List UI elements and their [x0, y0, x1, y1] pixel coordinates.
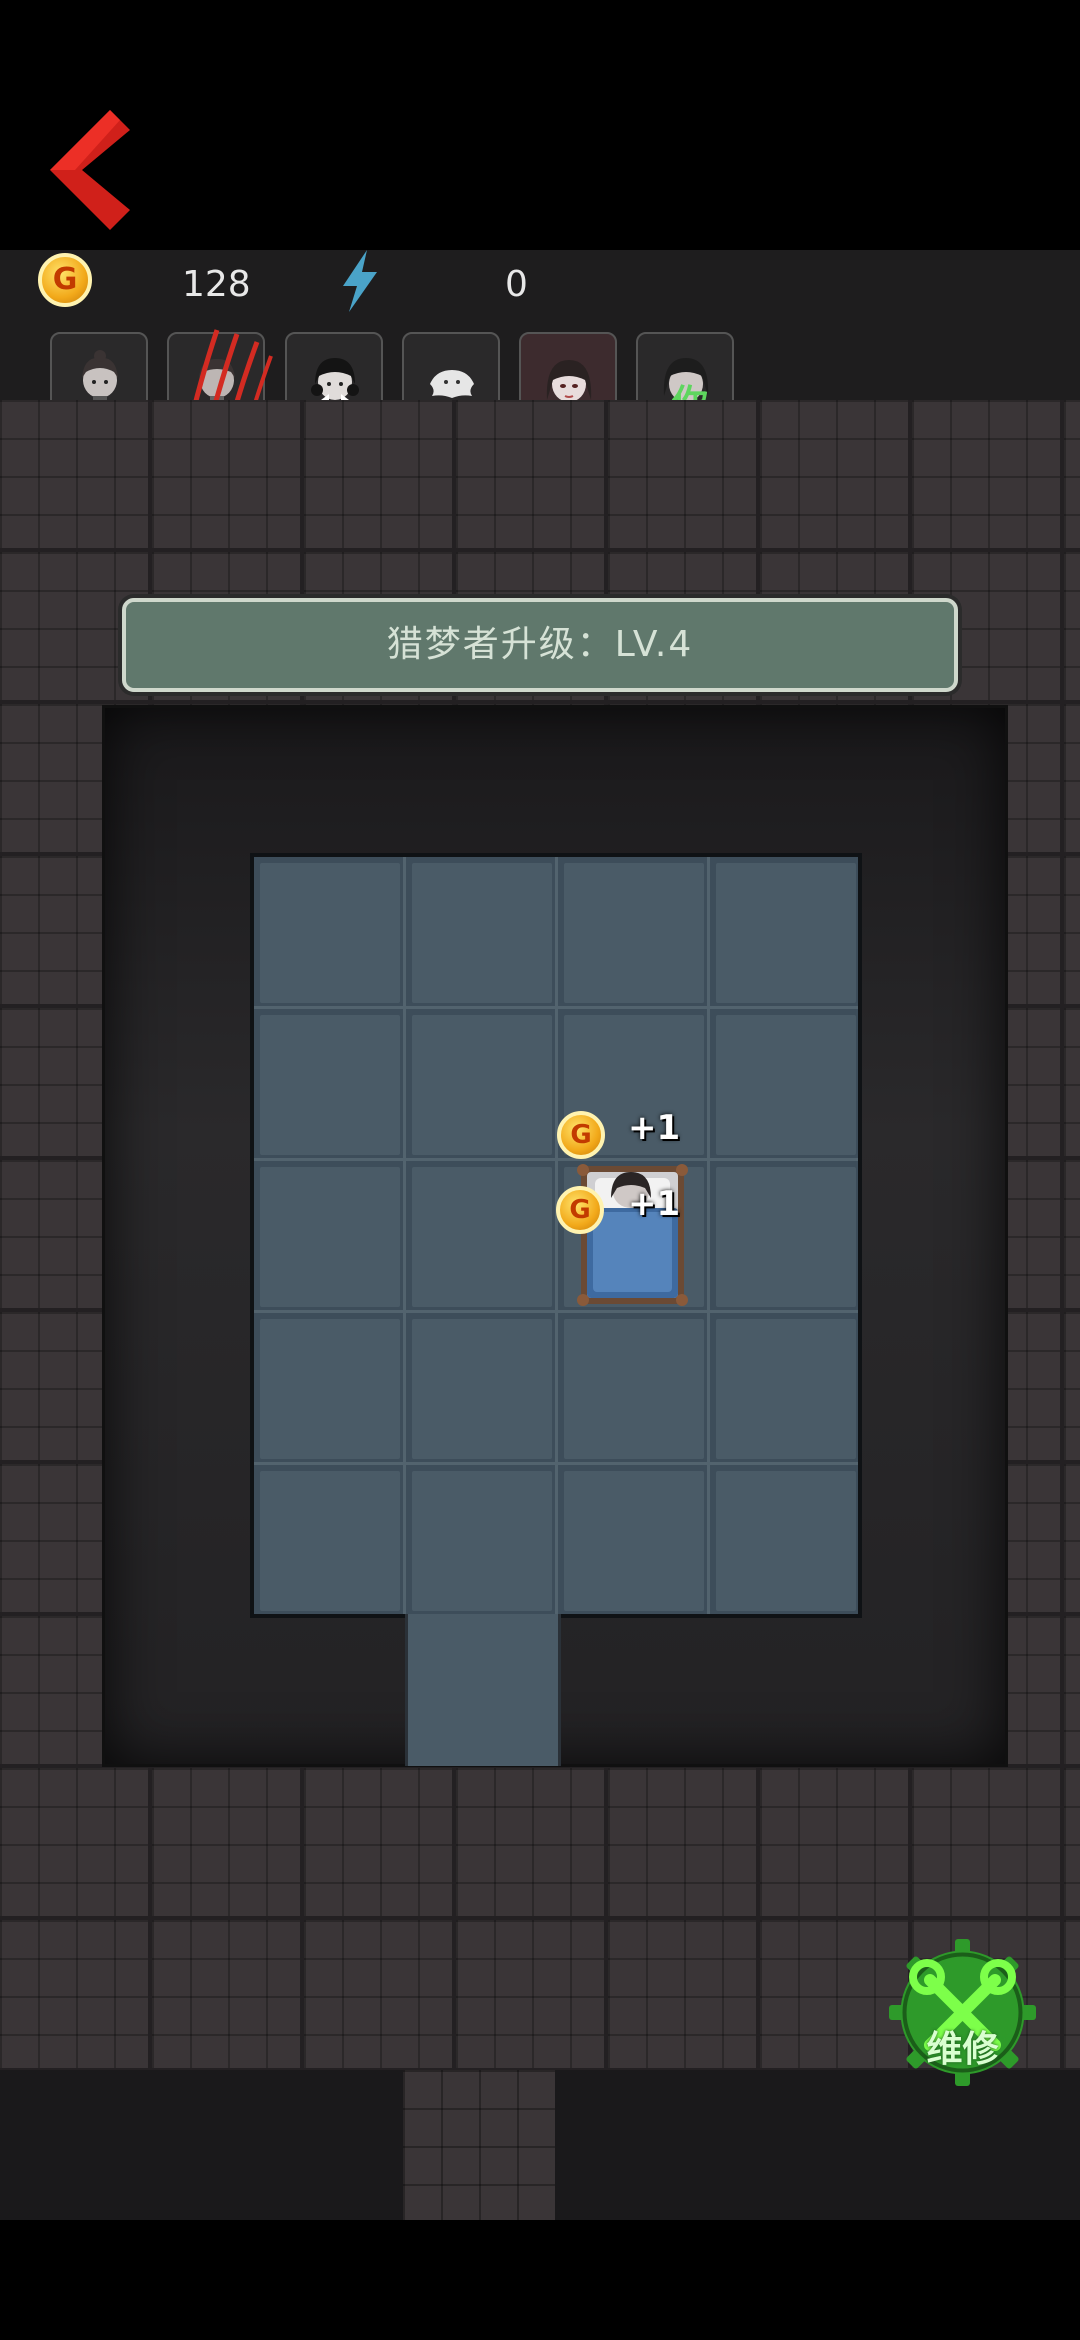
- floor-tile: [260, 1319, 400, 1459]
- upgrade-banner-text: 猎梦者升级：LV.4: [386, 624, 694, 665]
- repair-button[interactable]: 维修: [885, 1935, 1040, 2090]
- floor-tile: [564, 1319, 704, 1459]
- floor-tile: [260, 1015, 400, 1155]
- upgrade-banner[interactable]: 猎梦者升级：LV.4: [122, 598, 958, 692]
- floor-tile: [564, 1471, 704, 1611]
- coin-popup-text: +1: [628, 1108, 681, 1148]
- coin-popup-icon: G: [557, 1111, 605, 1159]
- floor-tile: [716, 1167, 856, 1307]
- floor-tile: [412, 1167, 552, 1307]
- floor-tile: [412, 1471, 552, 1611]
- room-doorway[interactable]: [405, 1614, 561, 1766]
- coin-popup-icon: G: [556, 1186, 604, 1234]
- floor-tile: [260, 863, 400, 1003]
- floor-tile: [716, 1015, 856, 1155]
- floor-tile: [260, 1167, 400, 1307]
- coin-popup-text: +1: [628, 1184, 681, 1224]
- corridor-tile[interactable]: [403, 2070, 555, 2220]
- floor-tile: [412, 1015, 552, 1155]
- energy-count: 0: [505, 264, 528, 305]
- bottom-bar: [0, 2220, 1080, 2340]
- floor-tile: [412, 863, 552, 1003]
- floor-tile: [564, 863, 704, 1003]
- floor-tile: [260, 1471, 400, 1611]
- coin-icon: G: [38, 253, 92, 307]
- bed-with-player-icon[interactable]: [575, 1160, 690, 1310]
- repair-label: 维修: [926, 2029, 999, 2070]
- game-screen: G 128 0 猎梦者升级：LV.4 G +1 G +1 维修: [0, 0, 1080, 2340]
- back-arrow-icon[interactable]: [40, 105, 140, 235]
- floor-tile: [716, 863, 856, 1003]
- top-bar: [0, 0, 1080, 250]
- floor-tile: [716, 1471, 856, 1611]
- floor-tile: [716, 1319, 856, 1459]
- coin-count: 128: [182, 264, 251, 305]
- room-floor-grid[interactable]: [250, 853, 862, 1618]
- lightning-icon: [343, 250, 377, 312]
- floor-tile: [412, 1319, 552, 1459]
